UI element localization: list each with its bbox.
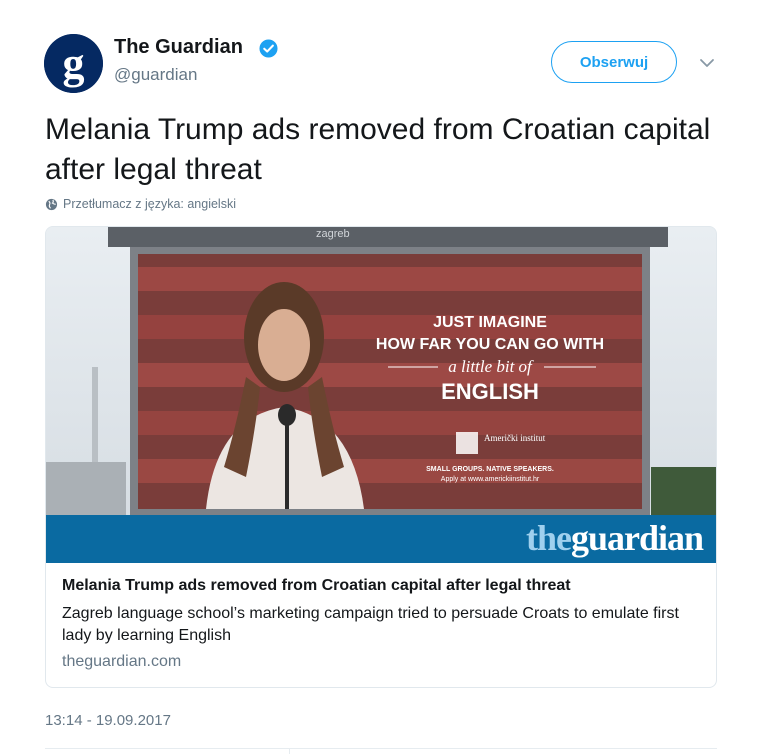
card-domain[interactable]: theguardian.com [62, 653, 181, 671]
author-handle[interactable]: @guardian [114, 65, 197, 85]
billboard-brand: Američki institut [484, 433, 546, 443]
verified-badge-icon [259, 39, 278, 58]
author-name[interactable]: The Guardian [114, 36, 243, 59]
billboard-small2: Apply at www.americkiinstitut.hr [441, 476, 540, 483]
card-description: Zagreb language school’s marketing campa… [62, 605, 679, 644]
svg-text:g: g [63, 39, 85, 88]
billboard-small1: SMALL GROUPS. NATIVE SPEAKERS. [426, 466, 554, 473]
banner-the: the [526, 518, 572, 558]
divider [45, 748, 717, 749]
billboard-line1: JUST IMAGINE [433, 314, 547, 331]
tweet-timestamp[interactable]: 13:14 - 19.09.2017 [45, 712, 171, 729]
globe-icon [45, 198, 58, 210]
divider-tick [289, 748, 290, 754]
banner-guardian: guardian [571, 518, 704, 558]
billboard-line3: a little bit of [448, 357, 534, 376]
billboard-line2: HOW FAR YOU CAN GO WITH [376, 336, 604, 353]
card-image[interactable]: zagreb JUST IMAGINE HOW FAR YOU CAN GO W… [46, 227, 716, 563]
translate-link[interactable]: Przetłumacz z języka: angielski [45, 197, 236, 211]
chevron-down-icon[interactable] [698, 54, 716, 72]
card-title[interactable]: Melania Trump ads removed from Croatian … [62, 577, 571, 595]
billboard-top-text: zagreb [316, 228, 350, 240]
svg-text:theguardian: theguardian [526, 518, 704, 558]
billboard-line4: ENGLISH [441, 379, 539, 404]
translate-label[interactable]: Przetłumacz z języka: angielski [63, 197, 236, 211]
guardian-avatar-icon[interactable]: g [44, 34, 103, 93]
link-card[interactable]: zagreb JUST IMAGINE HOW FAR YOU CAN GO W… [45, 226, 717, 688]
tweet-text: Melania Trump ads removed from Croatian … [45, 113, 711, 186]
follow-button[interactable]: Obserwuj [551, 41, 677, 83]
